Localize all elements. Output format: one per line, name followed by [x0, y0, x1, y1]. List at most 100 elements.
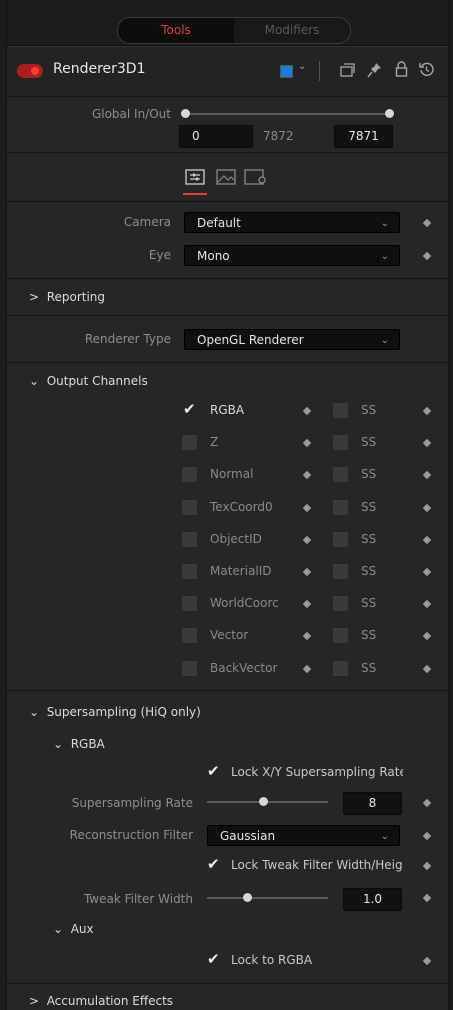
channel-checkbox[interactable] — [182, 661, 197, 676]
lock-to-rgba-checkbox[interactable] — [206, 950, 221, 968]
channel-label: Z — [210, 435, 219, 449]
global-in-handle[interactable] — [181, 109, 190, 118]
supersampling-rate-handle[interactable] — [259, 797, 268, 806]
channel-checkbox[interactable] — [182, 596, 197, 611]
global-out-field[interactable]: 7871 — [334, 125, 393, 148]
channel-keyframe-icon[interactable] — [302, 599, 312, 609]
tweak-filter-width-field[interactable]: 1.0 — [343, 888, 402, 911]
global-out-handle[interactable] — [385, 109, 394, 118]
channel-checkbox[interactable] — [182, 500, 197, 515]
output-channel-row: Vector SS — [7, 628, 448, 648]
reconstruction-filter-value: Gaussian — [220, 829, 276, 843]
channel-keyframe-icon[interactable] — [302, 567, 312, 577]
channel-keyframe-icon[interactable] — [302, 664, 312, 674]
ss-checkbox[interactable] — [333, 661, 348, 676]
ss-label: SS — [361, 467, 377, 481]
accumulation-label: Accumulation Effects — [46, 994, 174, 1008]
global-in-field[interactable]: 0 — [179, 125, 253, 148]
ss-keyframe-icon[interactable] — [422, 567, 432, 577]
ss-checkbox[interactable] — [333, 532, 348, 547]
tweak-filter-width-track[interactable] — [207, 897, 328, 899]
channel-checkbox[interactable] — [182, 435, 197, 450]
output-channels-section-header[interactable]: ⌄ Output Channels — [29, 374, 148, 388]
lock-icon[interactable] — [395, 61, 408, 77]
lock-xy-checkbox[interactable] — [206, 762, 221, 780]
channel-checkbox[interactable] — [182, 532, 197, 547]
global-inout-group: Global In/Out 0 7872 7871 — [7, 96, 448, 153]
ss-checkbox[interactable] — [333, 596, 348, 611]
accumulation-section-header[interactable]: > Accumulation Effects — [29, 994, 173, 1008]
chevron-down-icon[interactable]: ⌄ — [298, 61, 306, 72]
ss-keyframe-icon[interactable] — [422, 599, 432, 609]
channel-keyframe-icon[interactable] — [302, 438, 312, 448]
versions-icon[interactable] — [340, 63, 355, 77]
channel-label: Normal — [210, 467, 254, 481]
ss-keyframe-icon[interactable] — [422, 664, 432, 674]
lock-tweak-checkbox[interactable] — [206, 855, 221, 873]
reset-icon[interactable] — [419, 62, 434, 77]
divider — [7, 362, 448, 363]
ss-checkbox[interactable] — [333, 403, 348, 418]
lock-tweak-keyframe-icon[interactable] — [422, 861, 432, 871]
channel-checkbox[interactable] — [182, 628, 197, 643]
output-channel-row: BackVector SS — [7, 661, 448, 681]
ss-keyframe-icon[interactable] — [422, 631, 432, 641]
lock-to-rgba-keyframe-icon[interactable] — [422, 956, 432, 966]
renderer-type-dropdown[interactable]: OpenGL Renderer ⌄ — [184, 329, 400, 350]
reconstruction-filter-keyframe-icon[interactable] — [422, 831, 432, 841]
settings-page-icon[interactable] — [244, 169, 268, 185]
tab-tools[interactable]: Tools — [118, 18, 234, 43]
enabled-dot-icon — [31, 67, 39, 75]
supersampling-rate-field[interactable]: 8 — [343, 792, 402, 815]
camera-dropdown[interactable]: Default ⌄ — [184, 212, 400, 233]
global-inout-track[interactable] — [185, 113, 390, 115]
ss-checkbox[interactable] — [333, 564, 348, 579]
ss-checkbox[interactable] — [333, 435, 348, 450]
ss-label: SS — [361, 628, 377, 642]
channel-checkbox[interactable] — [182, 467, 197, 482]
tweak-filter-width-keyframe-icon[interactable] — [422, 893, 432, 903]
aux-subsection-header[interactable]: ⌄ Aux — [53, 922, 94, 936]
eye-dropdown[interactable]: Mono ⌄ — [184, 245, 400, 266]
supersampling-rate-keyframe-icon[interactable] — [422, 798, 432, 808]
ss-checkbox[interactable] — [333, 500, 348, 515]
channel-keyframe-icon[interactable] — [302, 631, 312, 641]
channel-keyframe-icon[interactable] — [302, 503, 312, 513]
color-swatch[interactable] — [280, 65, 293, 78]
reconstruction-filter-dropdown[interactable]: Gaussian ⌄ — [207, 825, 400, 846]
camera-value: Default — [197, 216, 241, 230]
ss-checkbox[interactable] — [333, 467, 348, 482]
ss-label: SS — [361, 661, 377, 675]
tweak-filter-width-handle[interactable] — [243, 893, 252, 902]
tweak-filter-width-label: Tweak Filter Width — [83, 892, 193, 906]
pin-icon[interactable] — [367, 62, 382, 78]
tab-modifiers[interactable]: Modifiers — [234, 18, 350, 43]
image-page-icon[interactable] — [216, 169, 236, 185]
camera-keyframe-icon[interactable] — [422, 218, 432, 228]
node-enable-toggle[interactable] — [17, 64, 43, 78]
chevron-down-icon: ⌄ — [53, 922, 71, 936]
ss-keyframe-icon[interactable] — [422, 503, 432, 513]
active-page-underline — [183, 193, 207, 195]
channel-keyframe-icon[interactable] — [302, 406, 312, 416]
tools-modifiers-switch: Tools Modifiers — [117, 17, 351, 44]
reporting-section-header[interactable]: > Reporting — [29, 290, 105, 304]
ss-keyframe-icon[interactable] — [422, 438, 432, 448]
ss-checkbox[interactable] — [333, 628, 348, 643]
supersampling-section-header[interactable]: ⌄ Supersampling (HiQ only) — [29, 705, 201, 719]
channel-checkbox[interactable] — [182, 564, 197, 579]
lock-tweak-label: Lock Tweak Filter Width/Height — [231, 858, 403, 872]
ss-keyframe-icon[interactable] — [422, 406, 432, 416]
ss-keyframe-icon[interactable] — [422, 535, 432, 545]
channel-label: Vector — [210, 628, 249, 642]
ss-keyframe-icon[interactable] — [422, 470, 432, 480]
channel-label: TexCoord0 — [210, 500, 273, 514]
channel-checkbox[interactable] — [182, 400, 197, 418]
channel-keyframe-icon[interactable] — [302, 470, 312, 480]
ss-label: SS — [361, 403, 377, 417]
rgba-subsection-header[interactable]: ⌄ RGBA — [53, 737, 105, 751]
eye-keyframe-icon[interactable] — [422, 251, 432, 261]
channel-keyframe-icon[interactable] — [302, 535, 312, 545]
controls-page-icon[interactable] — [185, 169, 205, 185]
output-channel-row: MaterialID SS — [7, 564, 448, 584]
